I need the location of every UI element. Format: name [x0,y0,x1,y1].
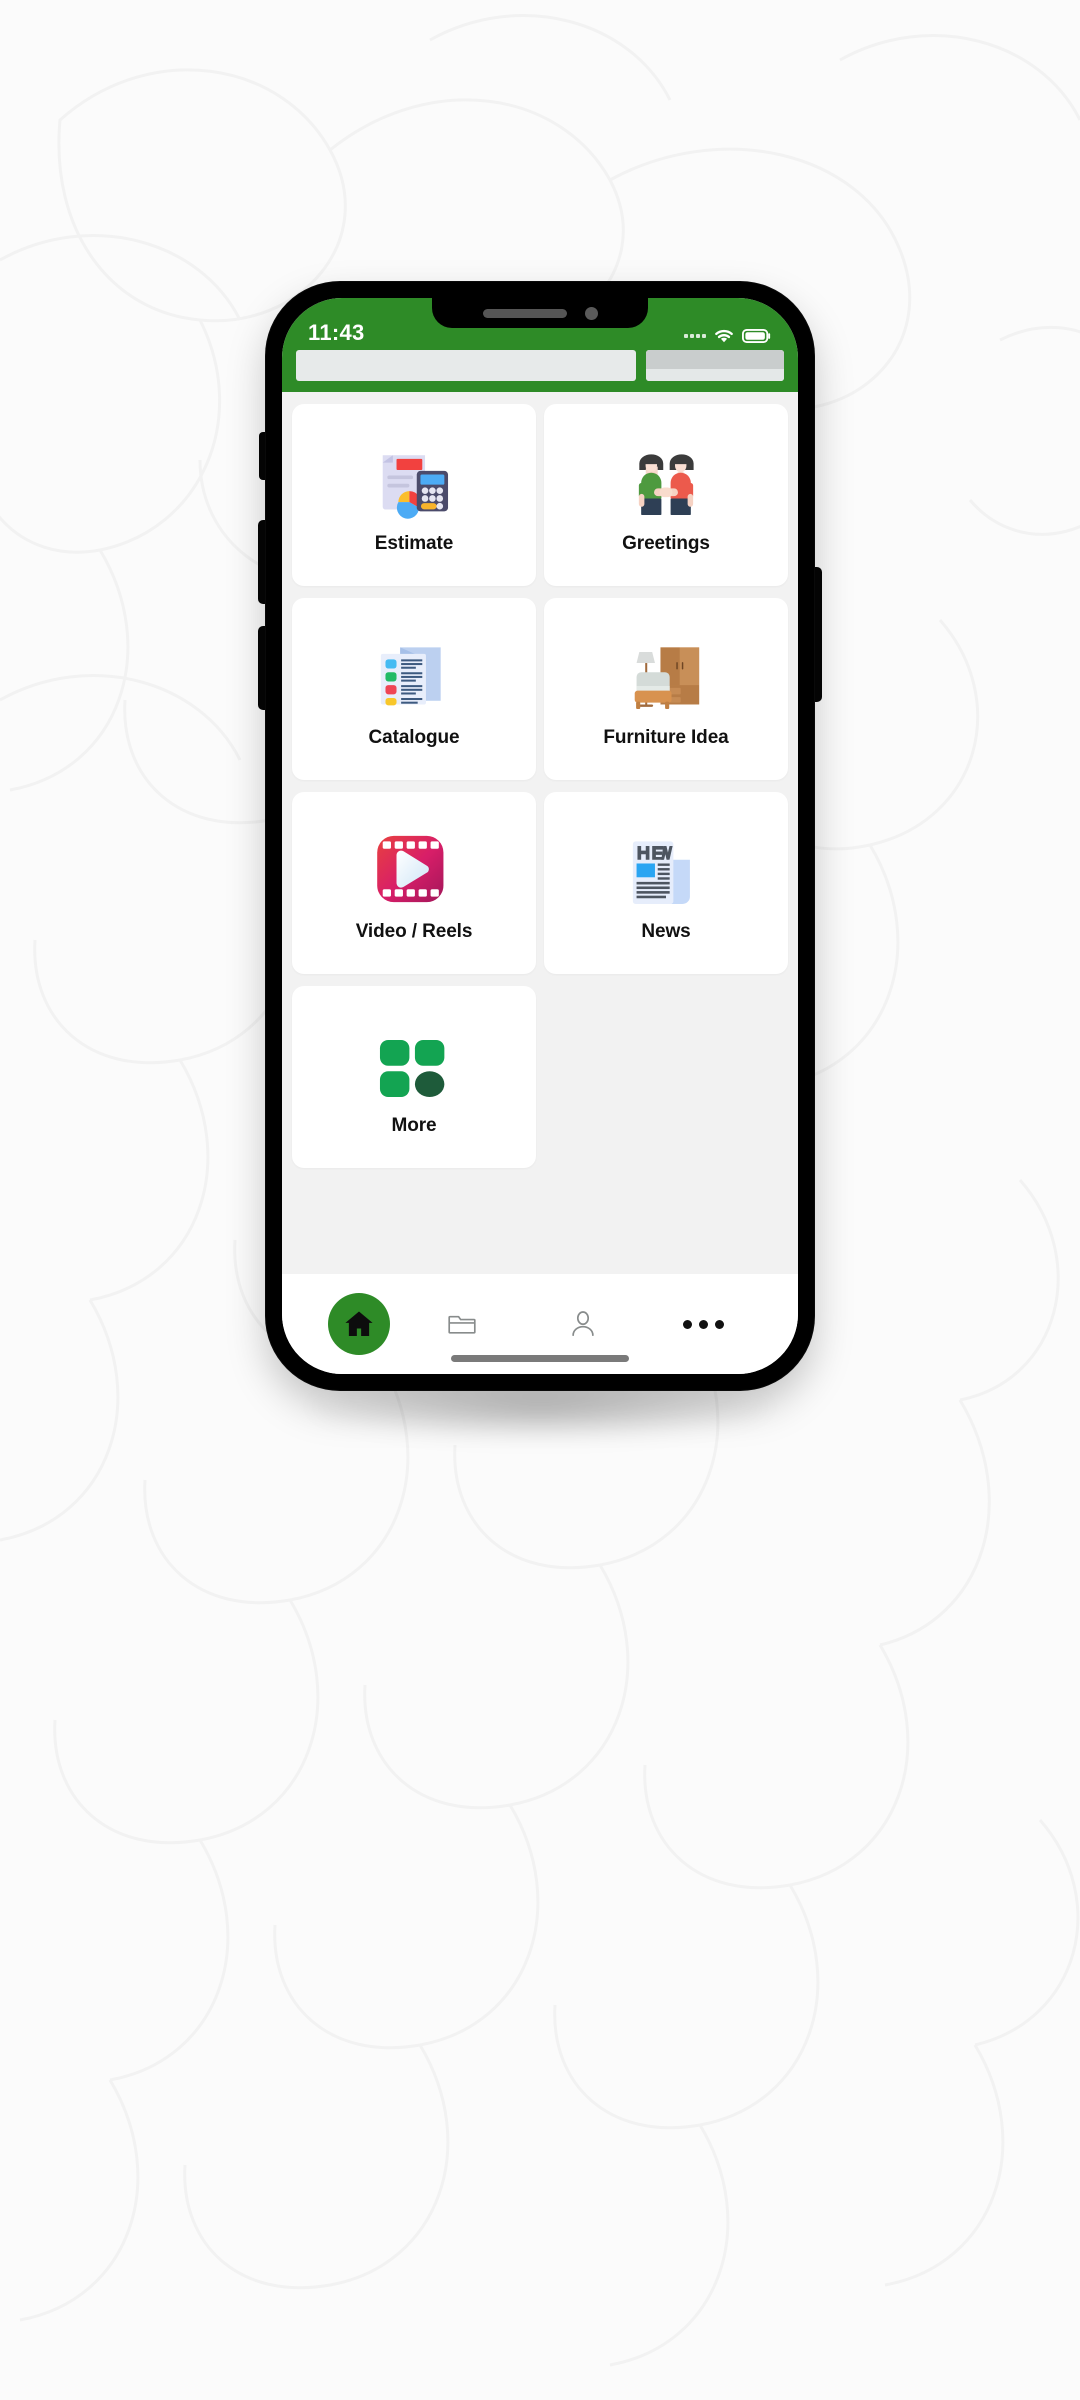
more-grid-icon [368,1017,460,1109]
tile-catalogue[interactable]: Catalogue [292,598,536,780]
placeholder-bar-narrow [646,350,784,381]
tile-label: Catalogue [368,727,460,748]
status-bar-indicators [684,327,772,344]
earpiece-speaker [482,308,567,318]
tile-video-reels[interactable]: Video / Reels [292,792,536,974]
folder-icon [448,1315,476,1334]
phone-body: 11:43 Estimate Greetings Catalogue Furni… [266,282,814,1390]
nav-item-home[interactable] [316,1293,402,1355]
feature-grid: Estimate Greetings Catalogue Furniture I… [292,404,788,1168]
phone-mockup: 11:43 Estimate Greetings Catalogue Furni… [258,282,822,1442]
person-icon [572,1311,594,1337]
front-camera [584,306,598,320]
catalogue-icon [368,629,460,721]
tile-label: Furniture Idea [603,727,729,748]
app-header: 11:43 [282,298,798,392]
main-content: Estimate Greetings Catalogue Furniture I… [282,392,798,1274]
nav-item-profile[interactable] [523,1293,644,1355]
home-active-pill [328,1293,390,1355]
nav-item-files[interactable] [402,1293,523,1355]
nav-item-more[interactable] [643,1293,764,1355]
tile-label: Greetings [622,533,710,554]
tile-news[interactable]: News [544,792,788,974]
ellipsis-icon [683,1319,725,1329]
estimate-icon [368,435,460,527]
battery-icon [742,328,771,343]
tile-furniture-idea[interactable]: Furniture Idea [544,598,788,780]
tile-greetings[interactable]: Greetings [544,404,788,586]
home-icon [345,1311,373,1336]
furniture-icon [620,629,712,721]
signal-dots-icon [684,333,706,338]
video-reels-icon [368,823,460,915]
placeholder-bar-wide [296,350,636,381]
tile-label: More [391,1115,437,1136]
phone-screen: 11:43 Estimate Greetings Catalogue Furni… [282,298,798,1374]
phone-notch [432,298,648,328]
greetings-icon [620,435,712,527]
status-bar-clock: 11:43 [308,320,365,345]
news-icon [620,823,712,915]
header-placeholder-bars [282,350,798,392]
tile-label: News [641,921,691,942]
tile-label: Estimate [374,533,454,554]
bottom-navigation [282,1274,798,1374]
wifi-icon [715,329,733,343]
tile-more[interactable]: More [292,986,536,1168]
home-indicator[interactable] [451,1355,629,1362]
tile-estimate[interactable]: Estimate [292,404,536,586]
tile-label: Video / Reels [355,921,473,942]
